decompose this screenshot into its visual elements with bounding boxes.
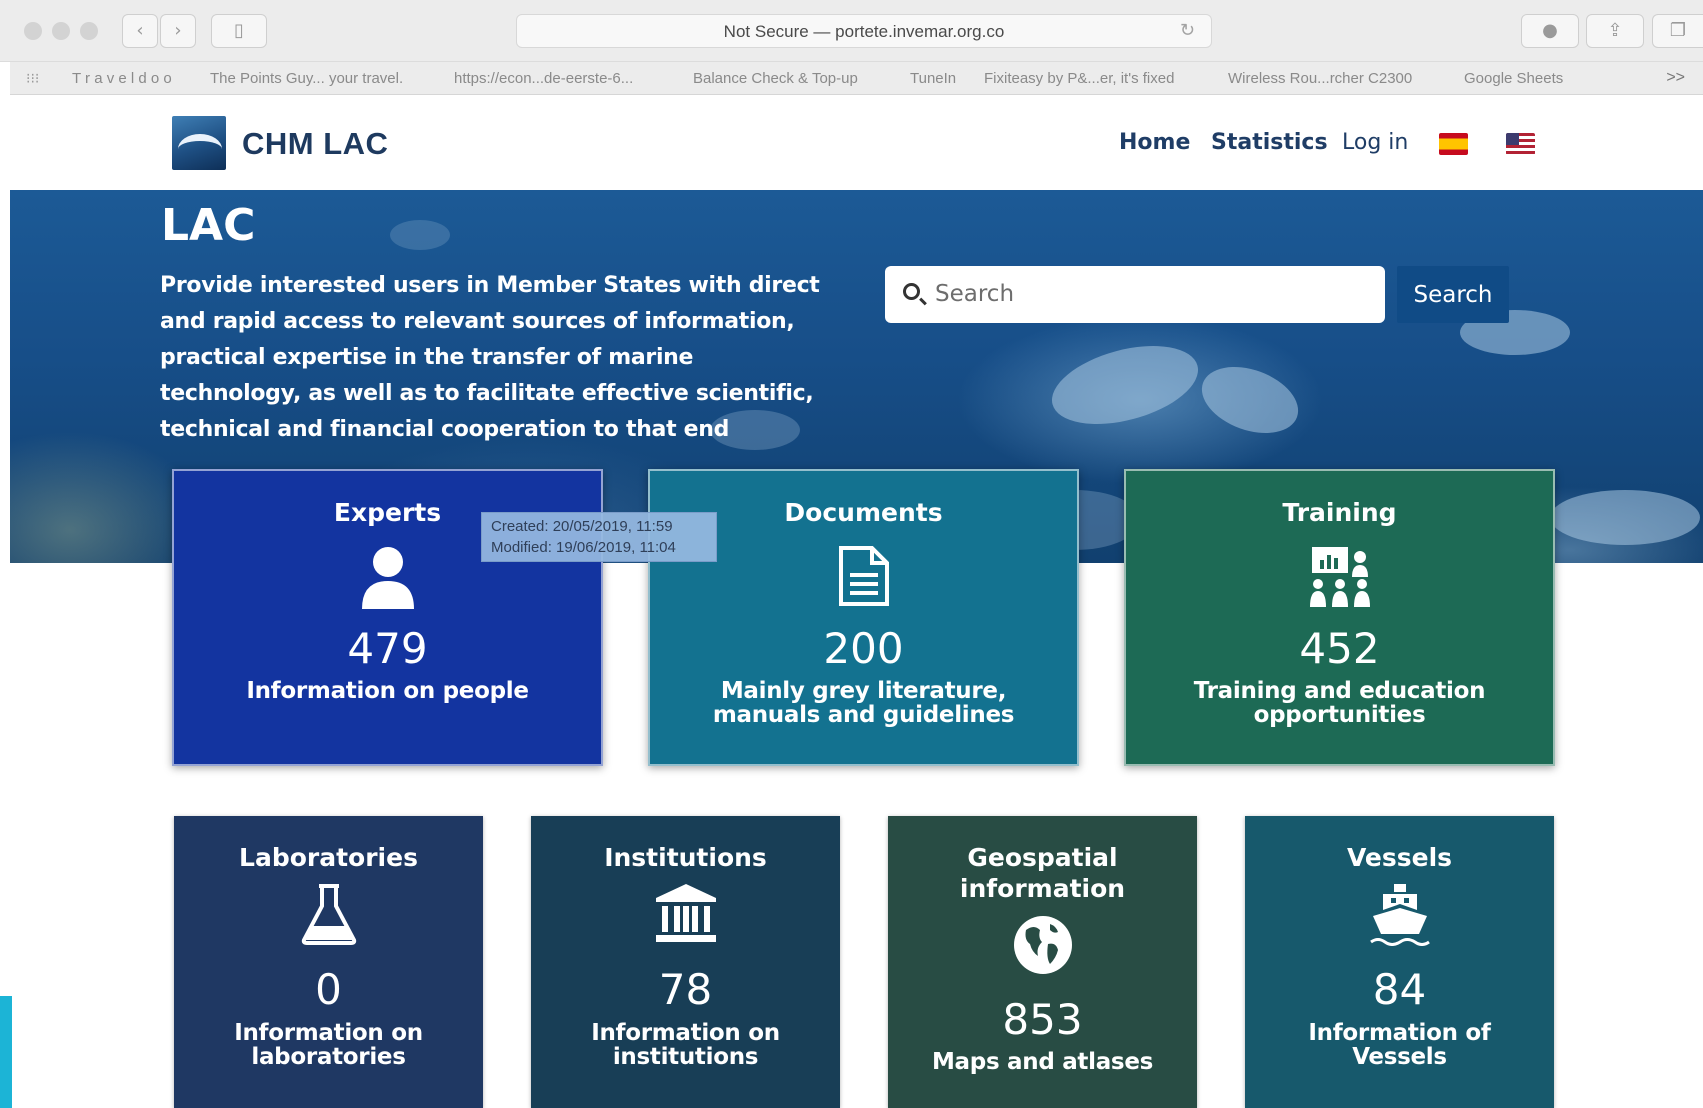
card-training[interactable]: Training 452 Training and education oppo… [1124,469,1555,766]
sidebar-toggle-button[interactable]: ▯ [211,14,267,48]
chevron-right-icon: › [174,20,182,41]
card-geospatial[interactable]: Geospatial information 853 Maps and atla… [888,816,1197,1108]
bookmark-item[interactable]: Wireless Rou...rcher C2300 [1228,70,1412,87]
card-title: Training [1282,498,1397,527]
tooltip-modified: Modified: 19/06/2019, 11:04 [491,539,676,556]
bookmark-item[interactable]: Fixiteasy by P&...er, it's fixed [984,70,1174,87]
cyan-edge-strip [0,996,12,1108]
hero-description: Provide interested users in Member State… [160,273,820,442]
sidebar-icon: ▯ [234,20,244,41]
address-text: Not Secure — portete.invemar.org.co [723,22,1005,41]
training-icon [1308,545,1372,611]
card-description: Mainly grey literature, manuals and guid… [712,678,1015,728]
site-header: CHM LAC Home Statistics Log in [10,96,1703,190]
card-title: Vessels [1346,843,1453,872]
search-button[interactable]: Search [1397,266,1509,323]
tooltip-created: Created: 20/05/2019, 11:59 [491,518,673,535]
minimize-window-button[interactable] [52,22,70,40]
share-icon: ⇪ [1607,20,1623,41]
bookmark-item[interactable]: The Points Guy... your travel. [210,70,403,87]
reload-icon[interactable]: ↻ [1180,20,1195,41]
person-icon [360,545,416,613]
institution-icon [654,882,718,948]
card-description: Maps and atlases [931,1049,1154,1075]
globe-icon [1012,914,1074,980]
card-title: Institutions [604,843,767,872]
card-count: 84 [1372,965,1427,1014]
card-vessels[interactable]: Vessels 84 Information of Vessels [1245,816,1554,1108]
search-icon [903,283,920,300]
browser-toolbar: ‹ › ▯ Not Secure — portete.invemar.org.c… [0,0,1703,62]
tabs-button[interactable]: ❐ [1652,14,1703,48]
card-description: Information on institutions [591,1020,780,1070]
us-flag-icon[interactable] [1506,133,1535,155]
back-button[interactable]: ‹ [122,14,158,48]
document-icon [838,545,890,611]
download-icon: ● [1542,20,1558,41]
tabs-icon: ❐ [1669,20,1687,41]
bookmark-item[interactable]: Balance Check & Top-up [693,70,858,87]
card-description: Information on laboratories [234,1020,423,1070]
flask-icon [300,882,358,950]
logo-icon[interactable] [172,116,226,170]
tooltip: Created: 20/05/2019, 11:59 Modified: 19/… [481,512,717,562]
zoom-window-button[interactable] [80,22,98,40]
bookmark-item[interactable]: T r a v e l d o o [72,70,172,87]
bookmark-item[interactable]: https://econ...de-eerste-6... [454,70,633,87]
card-description: Information of Vessels [1308,1020,1491,1070]
brand-name[interactable]: CHM LAC [242,126,388,162]
card-description: Training and education opportunities [1193,678,1486,728]
card-count: 200 [823,624,904,673]
bookmark-item[interactable]: TuneIn [910,70,956,87]
card-title: Geospatial information [959,843,1126,903]
nav-login[interactable]: Log in [1342,130,1408,155]
downloads-button[interactable]: ● [1521,14,1579,48]
card-description: Information on people [246,678,529,704]
card-laboratories[interactable]: Laboratories 0 Information on laboratori… [174,816,483,1108]
card-count: 78 [658,965,713,1014]
bookmarks-bar: ⁝⁝⁝ T r a v e l d o o The Points Guy... … [10,62,1703,95]
card-institutions[interactable]: Institutions 78 Information on instituti… [531,816,840,1108]
chevron-left-icon: ‹ [136,20,144,41]
forward-button[interactable]: › [160,14,196,48]
search-field[interactable] [885,266,1385,323]
more-bookmarks-button[interactable]: >> [1666,69,1685,87]
close-window-button[interactable] [24,22,42,40]
card-title: Laboratories [239,843,418,872]
bookmarks-grid-icon[interactable]: ⁝⁝⁝ [26,70,39,87]
card-count: 479 [347,624,428,673]
share-button[interactable]: ⇪ [1586,14,1644,48]
ship-icon [1369,882,1431,950]
search-input[interactable] [935,274,1365,314]
card-count: 853 [1002,995,1083,1044]
spanish-flag-icon[interactable] [1439,133,1468,155]
address-bar[interactable]: Not Secure — portete.invemar.org.co ↻ [516,14,1212,48]
bookmark-item[interactable]: Google Sheets [1464,70,1563,87]
nav-home[interactable]: Home [1119,130,1190,155]
card-count: 0 [315,965,342,1014]
nav-statistics[interactable]: Statistics [1211,130,1328,155]
page-title: LAC [161,200,256,251]
card-count: 452 [1299,624,1380,673]
